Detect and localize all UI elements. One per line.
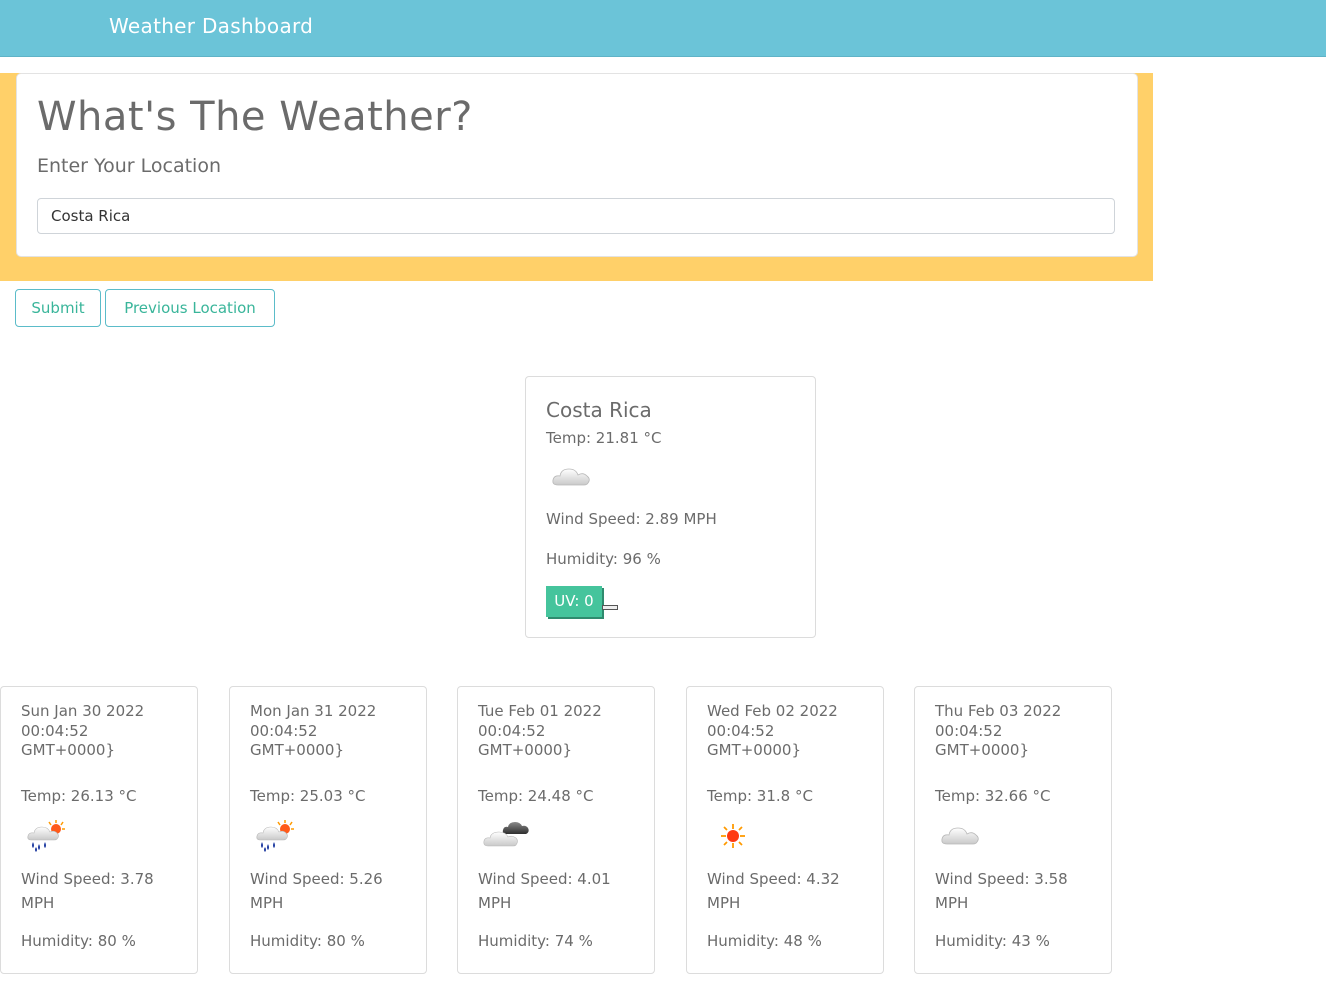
forecast-temp: Temp: 26.13 °C [21,787,137,805]
forecast-wind: Wind Speed: 4.01 MPH [478,870,611,912]
forecast-date: Wed Feb 02 2022 00:04:52 GMT+0000} [707,702,838,759]
navbar-title[interactable]: Weather Dashboard [109,14,313,38]
submit-button[interactable]: Submit [15,289,101,327]
forecast-date: Mon Jan 31 2022 00:04:52 GMT+0000} [250,702,377,759]
forecast-humidity: Humidity: 80 % [250,932,365,950]
location-label: Enter Your Location [37,155,221,177]
forecast-wind: Wind Speed: 4.32 MPH [707,870,840,912]
uv-indicator [602,605,618,610]
forecast-humidity: Humidity: 48 % [707,932,822,950]
forecast-date: Tue Feb 01 2022 00:04:52 GMT+0000} [478,702,602,759]
cloud-icon [939,820,983,854]
sun-icon [711,820,755,856]
current-weather-card: Costa Rica Temp: 21.81 °C Wind Speed: 2.… [525,376,816,638]
forecast-card: Mon Jan 31 2022 00:04:52 GMT+0000} Temp:… [229,686,427,974]
current-city: Costa Rica [546,398,652,422]
forecast-wind: Wind Speed: 3.58 MPH [935,870,1068,912]
rain-sun-icon [25,820,69,856]
current-temp: Temp: 21.81 °C [546,429,662,447]
forecast-humidity: Humidity: 80 % [21,932,136,950]
rain-sun-icon [254,820,298,856]
forecast-card: Wed Feb 02 2022 00:04:52 GMT+0000} Temp:… [686,686,884,974]
location-input[interactable] [37,198,1115,234]
forecast-wind: Wind Speed: 3.78 MPH [21,870,154,912]
forecast-card: Sun Jan 30 2022 00:04:52 GMT+0000} Temp:… [0,686,198,974]
previous-location-button[interactable]: Previous Location [105,289,275,327]
forecast-temp: Temp: 32.66 °C [935,787,1051,805]
forecast-date: Sun Jan 30 2022 00:04:52 GMT+0000} [21,702,145,759]
forecast-card: Thu Feb 03 2022 00:04:52 GMT+0000} Temp:… [914,686,1112,974]
search-card: What's The Weather? Enter Your Location [16,73,1138,257]
navbar: Weather Dashboard [0,0,1326,57]
current-wind: Wind Speed: 2.89 MPH [546,510,717,528]
forecast-card: Tue Feb 01 2022 00:04:52 GMT+0000} Temp:… [457,686,655,974]
forecast-date: Thu Feb 03 2022 00:04:52 GMT+0000} [935,702,1062,759]
forecast-temp: Temp: 31.8 °C [707,787,813,805]
broken-clouds-icon [482,820,530,856]
forecast-temp: Temp: 24.48 °C [478,787,594,805]
cloud-icon [550,461,594,495]
forecast-temp: Temp: 25.03 °C [250,787,366,805]
forecast-humidity: Humidity: 43 % [935,932,1050,950]
current-humidity: Humidity: 96 % [546,550,661,568]
search-jumbotron: What's The Weather? Enter Your Location [0,73,1153,281]
forecast-wind: Wind Speed: 5.26 MPH [250,870,383,912]
page-title: What's The Weather? [37,94,473,140]
uv-badge: UV: 0 [546,586,602,617]
forecast-humidity: Humidity: 74 % [478,932,593,950]
